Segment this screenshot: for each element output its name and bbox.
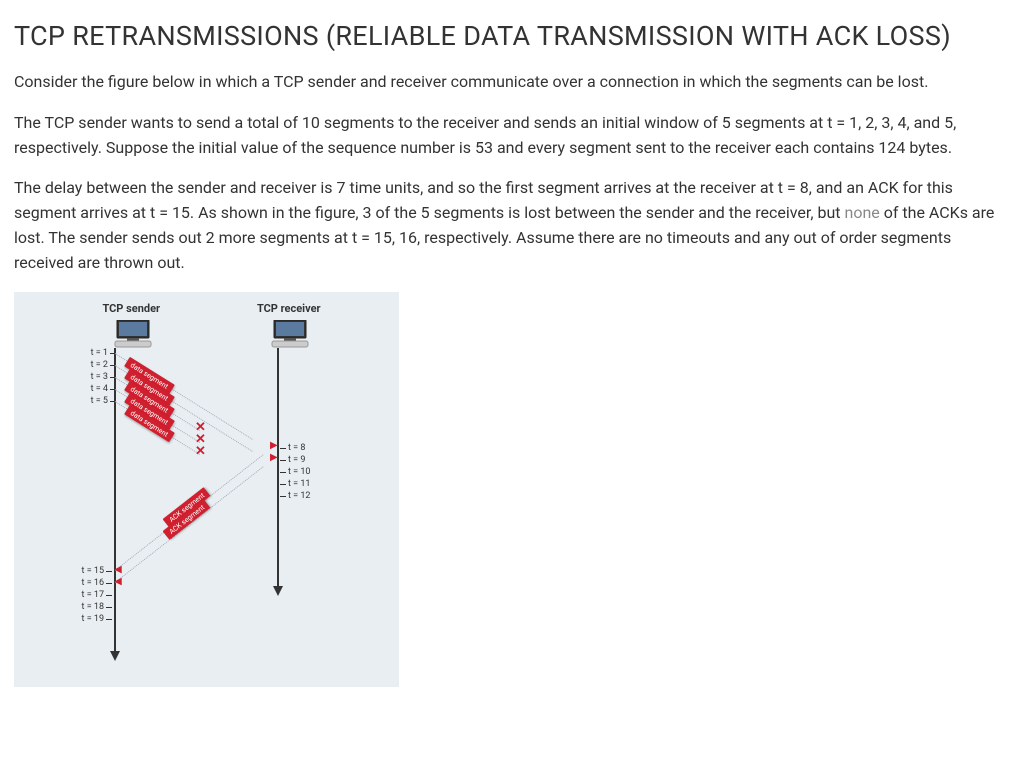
receiver-computer-icon bbox=[270, 320, 310, 348]
paragraph-2: The TCP sender wants to send a total of … bbox=[14, 111, 1010, 161]
paragraph-3: The delay between the sender and receive… bbox=[14, 176, 1010, 275]
tick-receiver: t = 9 bbox=[288, 455, 305, 465]
sender-label: TCP sender bbox=[102, 302, 160, 315]
tick-receiver: t = 11 bbox=[288, 479, 310, 489]
tick-sender: t = 18 bbox=[74, 602, 104, 612]
receiver-timeline bbox=[277, 348, 279, 588]
loss-mark-icon: ✕ bbox=[195, 444, 206, 459]
sender-computer-icon bbox=[113, 320, 153, 348]
paragraph-3a: The delay between the sender and receive… bbox=[14, 178, 953, 222]
tick-sender: t = 16 bbox=[74, 578, 104, 588]
tick-receiver: t = 8 bbox=[288, 443, 305, 453]
tick-receiver: t = 10 bbox=[288, 467, 310, 477]
tick-sender: t = 4 bbox=[78, 384, 108, 394]
paragraph-1: Consider the figure below in which a TCP… bbox=[14, 70, 1010, 95]
page-title: TCP RETRANSMISSIONS (RELIABLE DATA TRANS… bbox=[14, 20, 1010, 52]
tick-sender: t = 17 bbox=[74, 590, 104, 600]
none-highlight: none bbox=[844, 203, 879, 222]
receiver-label: TCP receiver bbox=[257, 302, 321, 315]
tick-sender: t = 2 bbox=[78, 360, 108, 370]
tick-sender: t = 5 bbox=[78, 396, 108, 406]
tick-sender: t = 19 bbox=[74, 614, 104, 624]
tick-sender: t = 3 bbox=[78, 372, 108, 382]
tcp-diagram: TCP sender TCP receiver t = 1 t = 2 bbox=[14, 292, 399, 687]
tick-sender: t = 15 bbox=[74, 566, 104, 576]
tick-sender: t = 1 bbox=[78, 348, 108, 358]
tick-receiver: t = 12 bbox=[288, 491, 310, 501]
arrow-icon: ▶ bbox=[270, 452, 278, 463]
sender-timeline bbox=[114, 348, 116, 653]
diagram-body: t = 1 t = 2 t = 3 t = 4 t = 5 t = 15 t =… bbox=[14, 348, 399, 658]
arrow-icon: ▶ bbox=[114, 576, 122, 587]
arrow-icon: ▶ bbox=[270, 440, 278, 451]
arrow-icon: ▶ bbox=[114, 564, 122, 575]
